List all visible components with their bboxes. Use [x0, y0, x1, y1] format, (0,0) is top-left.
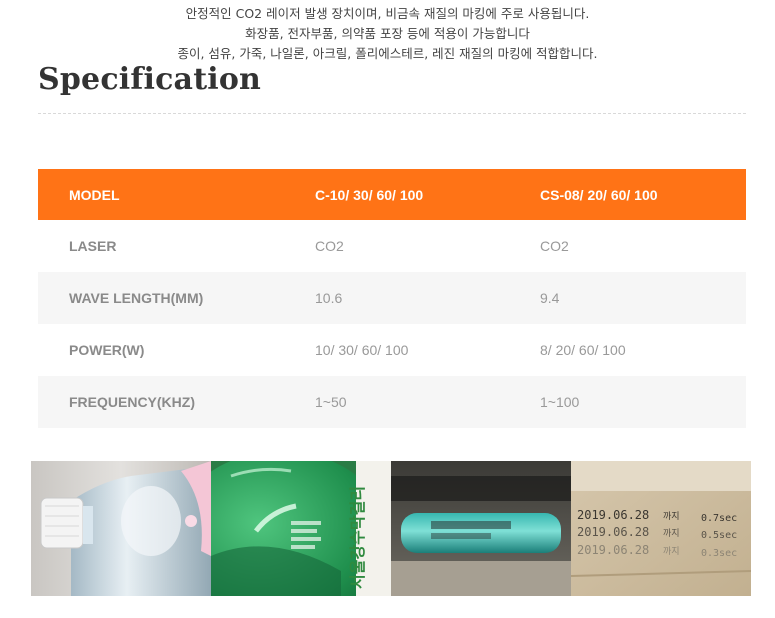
table-row-label: FREQUENCY(KHZ)	[69, 394, 195, 410]
table-row: FREQUENCY(KHZ) 1~50 1~100	[38, 376, 746, 428]
table-row: POWER(W) 10/ 30/ 60/ 100 8/ 20/ 60/ 100	[38, 324, 746, 376]
table-header-cell: C-10/ 30/ 60/ 100	[315, 186, 424, 203]
carton-speed: 0.5sec	[701, 530, 737, 541]
carton-word: 까지	[663, 546, 680, 557]
green-bottle-photo: 서울강수막걸리	[211, 461, 391, 596]
table-cell: 8/ 20/ 60/ 100	[540, 342, 626, 358]
section-divider	[38, 113, 746, 114]
intro-line: 종이, 섬유, 가죽, 나일론, 아크릴, 폴리에스테르, 레진 재질의 마킹에…	[177, 46, 598, 61]
carton-speed: 0.7sec	[701, 513, 737, 524]
table-cell: CO2	[540, 238, 569, 254]
intro-line: 안정적인 CO2 레이저 발생 장치이며, 비금속 재질의 마킹에 주로 사용됩…	[185, 6, 590, 21]
table-cell: 10.6	[315, 290, 343, 306]
table-row-label: LASER	[69, 238, 117, 254]
carton-date: 2019.06.28	[577, 543, 649, 557]
battery-photo	[391, 461, 571, 596]
table-cell: CO2	[315, 238, 344, 254]
table-row-label: WAVE LENGTH(MM)	[69, 290, 204, 306]
carton-photo: 2019.06.28 까지 0.7sec 2019.06.28 까지 0.5se…	[571, 461, 751, 596]
table-cell: 1~100	[540, 394, 580, 410]
intro-text: 안정적인 CO2 레이저 발생 장치이며, 비금속 재질의 마킹에 주로 사용됩…	[0, 4, 775, 64]
water-bottle-photo	[31, 461, 211, 596]
carton-speed: 0.3sec	[701, 548, 737, 559]
table-cell: 10/ 30/ 60/ 100	[315, 342, 409, 358]
table-row-label: POWER(W)	[69, 342, 145, 358]
section-title: Specification	[38, 62, 262, 97]
green-bottle-label: 서울강수막걸리	[348, 486, 367, 589]
carton-date: 2019.06.28	[577, 525, 649, 539]
sample-gallery: 서울강수막걸리 2019.06.28 까지 0.7sec 2019.06.28 …	[31, 461, 751, 596]
table-header-cell: MODEL	[69, 186, 120, 203]
table-row: LASER CO2 CO2	[38, 220, 746, 272]
table-header-row: MODEL C-10/ 30/ 60/ 100 CS-08/ 20/ 60/ 1…	[38, 169, 746, 220]
intro-line: 화장품, 전자부품, 의약품 포장 등에 적용이 가능합니다	[245, 26, 530, 41]
carton-word: 까지	[663, 511, 680, 522]
table-row: WAVE LENGTH(MM) 10.6 9.4	[38, 272, 746, 324]
table-cell: 1~50	[315, 394, 347, 410]
carton-date: 2019.06.28	[577, 508, 649, 522]
spec-table: MODEL C-10/ 30/ 60/ 100 CS-08/ 20/ 60/ 1…	[38, 169, 746, 428]
carton-word: 까지	[663, 528, 680, 539]
table-cell: 9.4	[540, 290, 560, 306]
table-header-cell: CS-08/ 20/ 60/ 100	[540, 186, 658, 203]
